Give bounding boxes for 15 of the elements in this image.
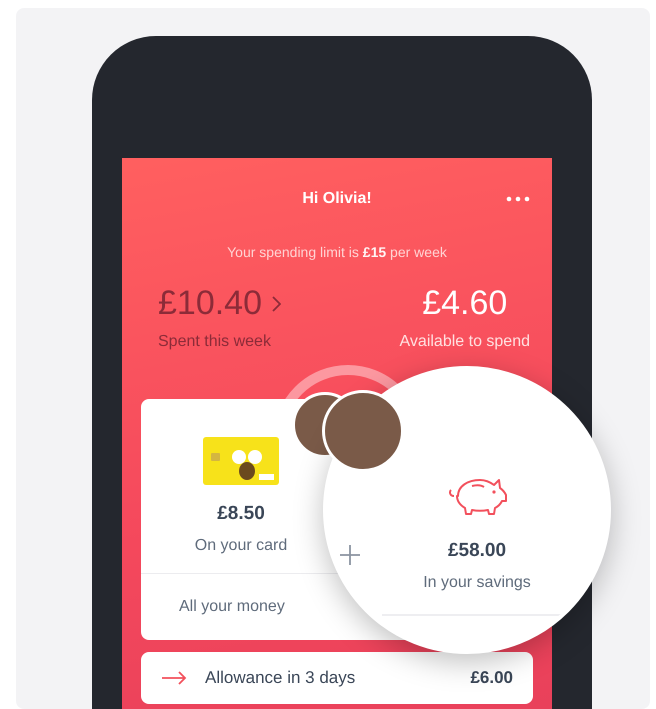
- arrow-right-icon: [161, 671, 187, 685]
- chevron-right-icon[interactable]: [272, 296, 281, 312]
- plus-icon: [339, 544, 361, 566]
- allowance-row[interactable]: Allowance in 3 days £6.00: [141, 652, 533, 704]
- total-label[interactable]: All your money: [179, 598, 285, 616]
- card-balance: £8.50: [217, 503, 265, 525]
- savings-balance: £58.00: [448, 540, 506, 562]
- more-icon[interactable]: [506, 196, 530, 202]
- spending-limit-text: Your spending limit is £15 per week: [227, 244, 447, 260]
- amount-label: Spent this week: [158, 333, 271, 351]
- greeting: Hi Olivia!: [302, 190, 372, 208]
- amount-label: Available to spend: [400, 333, 530, 351]
- amount: £4.60: [422, 284, 508, 323]
- card-balance-label: On your card: [194, 537, 288, 555]
- savings-balance-label: In your savings: [423, 574, 531, 592]
